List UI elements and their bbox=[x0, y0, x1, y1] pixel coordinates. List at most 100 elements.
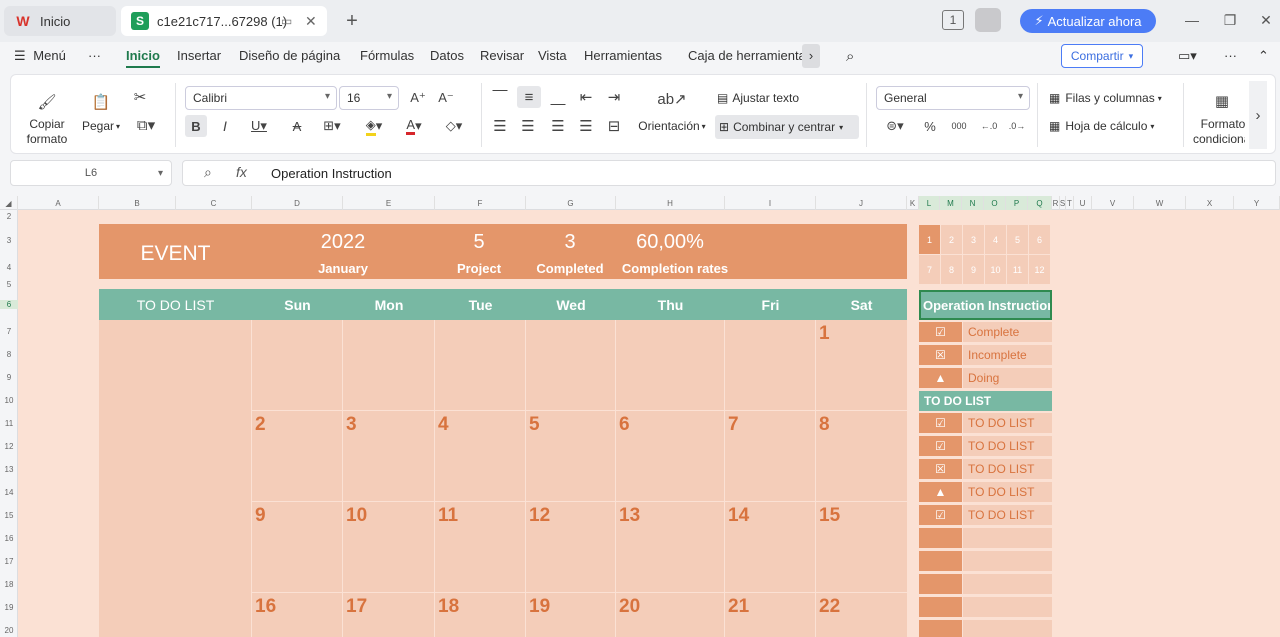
empty-status-cell[interactable] bbox=[919, 528, 962, 548]
month-selector-12[interactable]: 12 bbox=[1029, 255, 1050, 284]
row-header[interactable]: 13 bbox=[0, 465, 18, 474]
column-header[interactable]: B bbox=[99, 196, 176, 210]
todo-item[interactable]: TO DO LIST bbox=[963, 413, 1052, 433]
menu-tab-datos[interactable]: Datos bbox=[430, 48, 464, 63]
row-header[interactable]: 11 bbox=[0, 419, 18, 428]
close-window-icon[interactable]: ✕ bbox=[1254, 10, 1278, 30]
function-icon[interactable]: fx bbox=[236, 164, 247, 180]
formula-content[interactable]: Operation Instruction bbox=[271, 166, 392, 181]
bold-icon[interactable]: B bbox=[185, 115, 207, 137]
row-header[interactable]: 6 bbox=[0, 300, 18, 309]
legend-doing-label[interactable]: Doing bbox=[963, 368, 1052, 388]
search-icon[interactable]: ⌕ bbox=[846, 48, 854, 65]
empty-todo-cell[interactable] bbox=[963, 620, 1052, 637]
row-header[interactable]: 18 bbox=[0, 580, 18, 589]
column-header[interactable]: M bbox=[940, 196, 962, 210]
fill-color-icon[interactable]: ◈ ▾ bbox=[357, 115, 391, 137]
calendar-day-cell[interactable] bbox=[343, 320, 434, 410]
column-header[interactable]: Y bbox=[1234, 196, 1280, 210]
menu-tab-revisar[interactable]: Revisar bbox=[480, 48, 524, 63]
row-header[interactable]: 12 bbox=[0, 442, 18, 451]
align-left-icon[interactable]: ☰ bbox=[489, 115, 511, 137]
row-header[interactable]: 5 bbox=[0, 280, 18, 289]
column-header[interactable]: G bbox=[526, 196, 616, 210]
align-right-icon[interactable]: ☰ bbox=[547, 115, 569, 137]
align-middle-icon[interactable]: ≡ bbox=[517, 86, 541, 108]
menu-tab-herramientas[interactable]: Herramientas bbox=[584, 48, 662, 63]
row-header[interactable]: 20 bbox=[0, 626, 18, 635]
month-selector-1[interactable]: 1 bbox=[919, 225, 940, 254]
empty-status-cell[interactable] bbox=[919, 597, 962, 617]
align-top-icon[interactable]: ⎺ bbox=[489, 86, 511, 108]
month-selector-7[interactable]: 7 bbox=[919, 255, 940, 284]
align-bottom-icon[interactable]: ⎽ bbox=[547, 86, 569, 108]
more-menu-icon[interactable]: ··· bbox=[1224, 48, 1237, 63]
clear-format-icon[interactable]: ◇▾ bbox=[437, 115, 471, 137]
paste-icon[interactable]: 📋 bbox=[89, 91, 113, 113]
orientation-icon[interactable]: ab↗ bbox=[657, 87, 686, 111]
column-header[interactable]: I bbox=[725, 196, 816, 210]
borders-icon[interactable]: ⊞▾ bbox=[315, 115, 349, 137]
month-selector-6[interactable]: 6 bbox=[1029, 225, 1050, 254]
column-header[interactable]: Q bbox=[1028, 196, 1052, 210]
currency-icon[interactable]: ⊜▾ bbox=[879, 115, 911, 137]
month-selector-2[interactable]: 2 bbox=[941, 225, 962, 254]
row-header[interactable]: 9 bbox=[0, 373, 18, 382]
menu-tab-formulas[interactable]: Fórmulas bbox=[360, 48, 414, 63]
distributed-icon[interactable]: ⊟ bbox=[603, 115, 625, 137]
calendar-day-cell[interactable] bbox=[435, 320, 525, 410]
column-header[interactable]: H bbox=[616, 196, 725, 210]
name-box[interactable]: L6 ▾ bbox=[10, 160, 172, 186]
todo-item[interactable]: TO DO LIST bbox=[963, 482, 1052, 502]
zoom-formula-icon[interactable]: ⌕ bbox=[204, 164, 212, 181]
legend-incomplete-label[interactable]: Incomplete bbox=[963, 345, 1052, 365]
column-header[interactable]: O bbox=[984, 196, 1006, 210]
copy-icon[interactable]: ⧉▾ bbox=[131, 115, 161, 135]
column-header[interactable]: D bbox=[252, 196, 343, 210]
empty-todo-cell[interactable] bbox=[963, 551, 1052, 571]
tab-document[interactable]: S c1e21c717...67298 (1) ▭ ✕ bbox=[121, 6, 327, 36]
calendar-day-cell[interactable] bbox=[616, 411, 724, 501]
column-header[interactable]: J bbox=[816, 196, 907, 210]
column-header[interactable]: L bbox=[919, 196, 940, 210]
hamburger-menu-button[interactable]: ☰ Menú bbox=[14, 48, 66, 64]
row-header[interactable]: 17 bbox=[0, 557, 18, 566]
worksheet-button[interactable]: ▦ Hoja de cálculo ▾ bbox=[1049, 115, 1175, 137]
column-header[interactable]: E bbox=[343, 196, 435, 210]
close-tab-icon[interactable]: ✕ bbox=[305, 13, 317, 30]
conditional-format-button[interactable]: Formato condicional bbox=[1193, 117, 1245, 147]
menu-scroll-right-icon[interactable]: › bbox=[802, 44, 820, 68]
decrease-indent-icon[interactable]: ⇤ bbox=[575, 86, 597, 108]
conditional-format-icon[interactable]: ▦ bbox=[1209, 89, 1235, 113]
row-header[interactable]: 10 bbox=[0, 396, 18, 405]
italic-icon[interactable]: I bbox=[214, 115, 236, 137]
column-header[interactable]: U bbox=[1074, 196, 1092, 210]
empty-status-cell[interactable] bbox=[919, 620, 962, 637]
increase-decimal-icon[interactable]: ←.0 bbox=[977, 115, 1001, 137]
legend-complete-label[interactable]: Complete bbox=[963, 322, 1052, 342]
empty-status-cell[interactable] bbox=[919, 551, 962, 571]
menu-tab-inicio[interactable]: Inicio bbox=[126, 48, 160, 68]
tab-home[interactable]: W Inicio bbox=[4, 6, 116, 36]
ribbon-scroll-right-icon[interactable]: › bbox=[1249, 81, 1267, 149]
row-header[interactable]: 7 bbox=[0, 327, 18, 336]
calendar-day-cell[interactable] bbox=[816, 411, 907, 501]
format-painter-icon[interactable]: 🖌 bbox=[35, 91, 59, 113]
select-all-corner[interactable]: ◢ bbox=[0, 196, 18, 210]
increase-indent-icon[interactable]: ⇥ bbox=[603, 86, 625, 108]
font-size-select[interactable]: 16 ▾ bbox=[339, 86, 399, 110]
todo-item[interactable]: TO DO LIST bbox=[963, 505, 1052, 525]
column-header[interactable]: V bbox=[1092, 196, 1134, 210]
calendar-day-cell[interactable] bbox=[526, 320, 615, 410]
update-now-button[interactable]: ⚡ Actualizar ahora bbox=[1020, 9, 1156, 33]
todo-panel-header[interactable]: TO DO LIST bbox=[919, 391, 1052, 411]
more-options-icon[interactable]: ··· bbox=[88, 48, 101, 63]
maximize-icon[interactable]: ❐ bbox=[1218, 10, 1242, 30]
menu-tab-insertar[interactable]: Insertar bbox=[177, 48, 221, 63]
decrease-decimal-icon[interactable]: .0→ bbox=[1005, 115, 1029, 137]
todo-list-column[interactable] bbox=[99, 320, 251, 637]
wrap-text-button[interactable]: ▤ Ajustar texto bbox=[717, 87, 813, 109]
row-header[interactable]: 2 bbox=[0, 212, 18, 221]
row-header[interactable]: 19 bbox=[0, 603, 18, 612]
rows-columns-button[interactable]: ▦ Filas y columnas ▾ bbox=[1049, 87, 1175, 109]
